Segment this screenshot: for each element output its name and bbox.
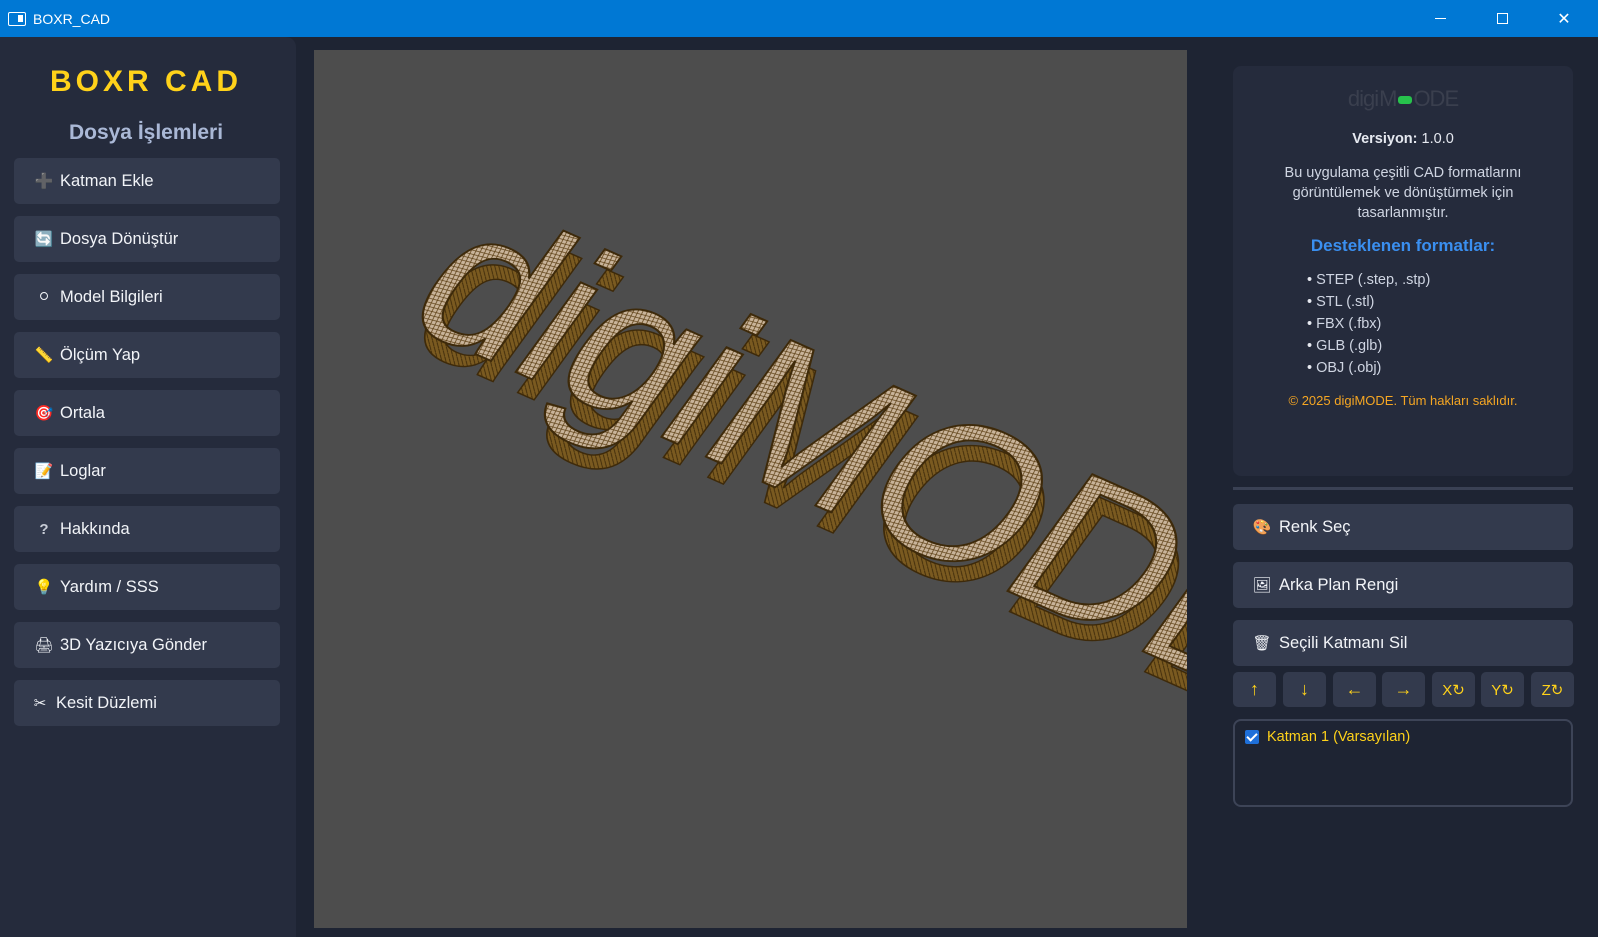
center-button[interactable]: 🎯 Ortala bbox=[14, 390, 280, 436]
move-left-button[interactable]: ← bbox=[1333, 672, 1376, 707]
formats-title: Desteklenen formatlar: bbox=[1310, 236, 1496, 255]
button-label: Loglar bbox=[60, 461, 106, 480]
3d-viewport[interactable]: digiMODE digiMODE bbox=[314, 50, 1187, 928]
logo-text-left: digi bbox=[1347, 86, 1379, 111]
title-bar: BOXR_CAD ✕ bbox=[0, 0, 1598, 37]
rotate-x-button[interactable]: X↻ bbox=[1432, 672, 1475, 707]
move-down-button[interactable]: ↓ bbox=[1283, 672, 1326, 707]
send-3d-printer-button[interactable]: 🖨 3D Yazıcıya Gönder bbox=[14, 622, 280, 668]
version-line: Versiyon: 1.0.0 bbox=[1233, 131, 1573, 147]
logo-text-right: ODE bbox=[1413, 86, 1459, 111]
lightbulb-icon: 💡 bbox=[34, 579, 54, 596]
log-icon: 📝 bbox=[34, 463, 54, 480]
target-icon: 🎯 bbox=[34, 405, 54, 422]
layer-visibility-checkbox[interactable] bbox=[1245, 730, 1259, 744]
button-label: Ölçüm Yap bbox=[60, 345, 141, 364]
button-label: Arka Plan Rengi bbox=[1279, 575, 1399, 594]
pick-color-button[interactable]: 🎨 Renk Seç bbox=[1233, 504, 1573, 550]
add-layer-button[interactable]: ➕ Katman Ekle bbox=[14, 158, 280, 204]
convert-icon: 🔄 bbox=[34, 231, 54, 248]
button-label: Seçili Katmanı Sil bbox=[1279, 633, 1408, 652]
logo-m: M bbox=[1379, 86, 1397, 111]
move-up-button[interactable]: ↑ bbox=[1233, 672, 1276, 707]
plus-icon: ➕ bbox=[34, 173, 54, 190]
format-item: FBX (.fbx) bbox=[1307, 313, 1430, 335]
model-render: digiMODE digiMODE bbox=[372, 165, 1187, 757]
scissors-icon: ✂ bbox=[33, 695, 47, 712]
format-item: STL (.stl) bbox=[1307, 291, 1430, 313]
palette-icon: 🎨 bbox=[1252, 519, 1272, 536]
button-label: Dosya Dönüştür bbox=[60, 229, 179, 248]
section-title: Dosya İşlemleri bbox=[68, 121, 224, 144]
section-plane-button[interactable]: ✂ Kesit Düzlemi bbox=[14, 680, 280, 726]
button-label: Katman Ekle bbox=[60, 171, 154, 190]
background-color-button[interactable]: 🖼 Arka Plan Rengi bbox=[1233, 562, 1573, 608]
delete-layer-button[interactable]: 🗑 Seçili Katmanı Sil bbox=[1233, 620, 1573, 666]
picture-icon: 🖼 bbox=[1252, 577, 1272, 594]
button-label: Ortala bbox=[60, 403, 105, 422]
layer-label: Katman 1 (Varsayılan) bbox=[1267, 729, 1411, 745]
button-label: Yardım / SSS bbox=[60, 577, 159, 596]
app-description: Bu uygulama çeşitli CAD formatlarını gör… bbox=[1284, 165, 1522, 221]
about-card: digiM ODE Versiyon: 1.0.0 Bu uygulama çeş… bbox=[1233, 66, 1573, 476]
minimize-button[interactable] bbox=[1409, 0, 1471, 37]
layer-item[interactable]: Katman 1 (Varsayılan) bbox=[1245, 729, 1410, 745]
button-label: Hakkında bbox=[60, 519, 130, 538]
rotate-y-button[interactable]: Y↻ bbox=[1481, 672, 1524, 707]
maximize-icon bbox=[1496, 13, 1508, 24]
app-icon bbox=[8, 11, 26, 26]
format-item: GLB (.glb) bbox=[1307, 335, 1430, 357]
about-button[interactable]: ? Hakkında bbox=[14, 506, 280, 552]
close-icon: ✕ bbox=[1557, 10, 1571, 28]
model-info-button[interactable]: ⭘ Model Bilgileri bbox=[14, 274, 280, 320]
digimode-logo: digiM ODE bbox=[1233, 86, 1573, 112]
trash-icon: 🗑 bbox=[1252, 635, 1272, 652]
rotate-z-button[interactable]: Z↻ bbox=[1531, 672, 1574, 707]
measure-button[interactable]: 📏 Ölçüm Yap bbox=[14, 332, 280, 378]
move-right-button[interactable]: → bbox=[1382, 672, 1425, 707]
model-text: digiMODE bbox=[373, 166, 1187, 736]
ruler-icon: 📏 bbox=[34, 347, 54, 364]
format-item: OBJ (.obj) bbox=[1307, 357, 1430, 379]
button-label: 3D Yazıcıya Gönder bbox=[60, 635, 208, 654]
logo-dot-icon bbox=[1398, 96, 1413, 105]
printer-icon: 🖨 bbox=[34, 637, 54, 654]
divider bbox=[1233, 487, 1573, 490]
window-title: BOXR_CAD bbox=[33, 10, 111, 27]
button-label: Renk Seç bbox=[1279, 517, 1351, 536]
logs-button[interactable]: 📝 Loglar bbox=[14, 448, 280, 494]
help-faq-button[interactable]: 💡 Yardım / SSS bbox=[14, 564, 280, 610]
question-icon: ? bbox=[39, 520, 49, 538]
convert-file-button[interactable]: 🔄 Dosya Dönüştür bbox=[14, 216, 280, 262]
layer-list: Katman 1 (Varsayılan) bbox=[1233, 719, 1573, 807]
sidebar: BOXR CAD Dosya İşlemleri ➕ Katman Ekle 🔄… bbox=[0, 37, 296, 937]
formats-list: STEP (.step, .stp) STL (.stl) FBX (.fbx)… bbox=[1307, 269, 1430, 379]
button-label: Model Bilgileri bbox=[60, 287, 163, 306]
minimize-icon bbox=[1434, 18, 1446, 19]
maximize-button[interactable] bbox=[1471, 0, 1533, 37]
format-item: STEP (.step, .stp) bbox=[1307, 269, 1430, 291]
info-icon: ⭘ bbox=[39, 290, 49, 303]
copyright: © 2025 digiMODE. Tüm hakları saklıdır. bbox=[1288, 393, 1518, 408]
version-label: Versiyon: bbox=[1352, 131, 1418, 147]
close-button[interactable]: ✕ bbox=[1533, 0, 1595, 37]
brand-title: BOXR CAD bbox=[49, 65, 242, 98]
version-value: 1.0.0 bbox=[1421, 131, 1454, 147]
button-label: Kesit Düzlemi bbox=[56, 693, 157, 712]
transform-controls: ↑ ↓ ← → X↻ Y↻ Z↻ bbox=[1233, 672, 1575, 707]
